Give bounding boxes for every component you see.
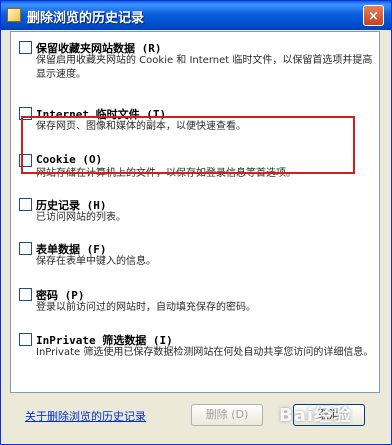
option-desc: 保留启用收藏夹网站的 Cookie 和 Internet 临时文件，以保留首选项… bbox=[36, 55, 373, 80]
annotation-highlight-box bbox=[21, 116, 355, 174]
option-desc: 登录以前访问过的网站时，自动填充保存的密码。 bbox=[36, 302, 256, 313]
baidu-watermark: Bai经验 bbox=[279, 405, 353, 426]
options-panel: 保留收藏夹网站数据 (R) 保留启用收藏夹网站的 Cookie 和 Intern… bbox=[10, 31, 380, 393]
checkbox[interactable] bbox=[19, 242, 32, 255]
option-desc: 保存在表单中键入的信息。 bbox=[36, 256, 156, 267]
ie-icon bbox=[7, 8, 21, 22]
dialog-title: 删除浏览的历史记录 bbox=[27, 11, 145, 26]
option-desc: InPrivate 筛选使用已保存数据检测网站在何处自动共享您访问的详细信息。 bbox=[36, 347, 374, 358]
checkbox[interactable] bbox=[19, 41, 32, 54]
checkbox[interactable] bbox=[19, 198, 32, 211]
option-desc: 已访问网站的列表。 bbox=[36, 212, 126, 223]
about-link[interactable]: 关于删除浏览的历史记录 bbox=[25, 408, 146, 424]
title-bar: 删除浏览的历史记录 × bbox=[1, 1, 391, 30]
delete-history-dialog: 删除浏览的历史记录 × 保留收藏夹网站数据 (R) 保留启用收藏夹网站的 Coo… bbox=[0, 0, 392, 445]
close-button[interactable]: × bbox=[363, 5, 384, 26]
checkbox[interactable] bbox=[19, 288, 32, 301]
checkbox[interactable] bbox=[19, 333, 32, 346]
delete-button[interactable]: 删除 (D) bbox=[191, 404, 263, 426]
